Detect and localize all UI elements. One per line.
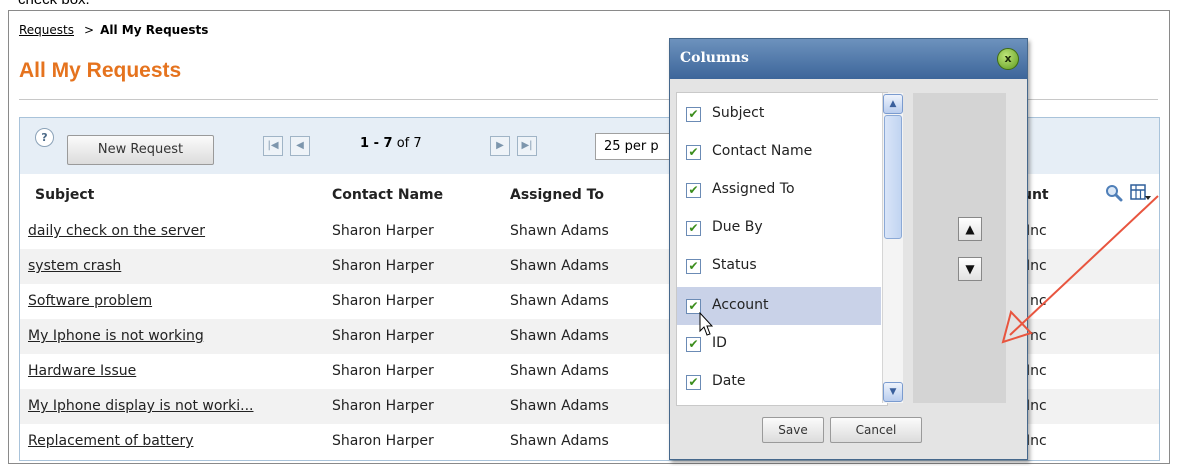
breadcrumb-current: All My Requests <box>100 23 209 37</box>
breadcrumb: Requests > All My Requests <box>19 23 208 37</box>
dialog-header[interactable]: Columns x <box>670 39 1027 79</box>
subject-link[interactable]: system crash <box>28 258 121 274</box>
help-icon[interactable]: ? <box>35 128 54 147</box>
column-option-label: Account <box>712 297 769 313</box>
column-header-contact-name[interactable]: Contact Name <box>332 187 443 203</box>
search-icon[interactable] <box>1105 184 1123 202</box>
breadcrumb-link-requests[interactable]: Requests <box>19 23 74 37</box>
subject-link[interactable]: daily check on the server <box>28 223 205 239</box>
caption-fragment: check box. <box>18 0 90 8</box>
subject-link[interactable]: Replacement of battery <box>28 433 193 449</box>
subject-link[interactable]: Software problem <box>28 293 152 309</box>
move-down-button[interactable]: ▼ <box>958 257 982 281</box>
column-option-subject[interactable]: ✔ Subject <box>677 95 881 133</box>
prev-page-icon[interactable]: ◀ <box>290 136 310 156</box>
contact-cell: Sharon Harper <box>332 363 434 379</box>
assigned-cell: Shawn Adams <box>510 328 609 344</box>
move-up-button[interactable]: ▲ <box>958 217 982 241</box>
account-cell: nc <box>1030 293 1047 309</box>
assigned-cell: Shawn Adams <box>510 293 609 309</box>
assigned-cell: Shawn Adams <box>510 433 609 449</box>
pager-status: 1 - 7 of 7 <box>360 136 422 151</box>
next-page-icon[interactable]: ▶ <box>490 136 510 156</box>
column-option-label: Date <box>712 373 746 389</box>
assigned-cell: Shawn Adams <box>510 258 609 274</box>
column-option-date[interactable]: ✔ Date <box>677 363 881 401</box>
account-cell: Inc <box>1026 398 1047 414</box>
checkbox[interactable]: ✔ <box>686 107 701 122</box>
scroll-thumb[interactable] <box>884 115 902 239</box>
assigned-cell: Shawn Adams <box>510 398 609 414</box>
contact-cell: Sharon Harper <box>332 398 434 414</box>
column-option-label: Subject <box>712 105 765 121</box>
dialog-title: Columns <box>680 50 749 66</box>
column-option-label: Contact Name <box>712 143 813 159</box>
close-icon[interactable]: x <box>997 48 1019 70</box>
checkbox[interactable]: ✔ <box>686 221 701 236</box>
column-option-assigned-to[interactable]: ✔ Assigned To <box>677 171 881 209</box>
save-button[interactable]: Save <box>762 417 824 443</box>
new-request-button[interactable]: New Request <box>67 135 214 165</box>
column-list: ✔ Subject ✔ Contact Name ✔ Assigned To ✔… <box>676 92 888 406</box>
first-page-icon[interactable]: |◀ <box>263 136 283 156</box>
account-cell: Inc <box>1026 258 1047 274</box>
mouse-pointer-icon <box>699 312 713 336</box>
page-title: All My Requests <box>19 59 182 82</box>
scroll-down-icon[interactable]: ▼ <box>883 382 903 402</box>
assigned-cell: Shawn Adams <box>510 363 609 379</box>
column-list-scrollbar[interactable]: ▲ ▼ <box>882 93 903 403</box>
checkbox[interactable]: ✔ <box>686 183 701 198</box>
pager-total: of 7 <box>396 136 422 151</box>
checkbox[interactable]: ✔ <box>686 145 701 160</box>
column-order-panel: ▲ ▼ <box>913 93 1006 403</box>
column-option-label: Status <box>712 257 757 273</box>
column-chooser-icon[interactable] <box>1130 184 1152 202</box>
account-cell: Inc <box>1026 223 1047 239</box>
column-option-contact-name[interactable]: ✔ Contact Name <box>677 133 881 171</box>
pager-range: 1 - 7 <box>360 136 393 151</box>
column-option-label: Assigned To <box>712 181 795 197</box>
assigned-cell: Shawn Adams <box>510 223 609 239</box>
column-header-assigned-to[interactable]: Assigned To <box>510 187 604 203</box>
account-cell: Inc <box>1026 363 1047 379</box>
breadcrumb-separator: > <box>84 23 95 37</box>
account-cell: nc <box>1030 328 1047 344</box>
subject-link[interactable]: My Iphone is not working <box>28 328 204 344</box>
column-option-status[interactable]: ✔ Status <box>677 247 881 285</box>
column-header-subject[interactable]: Subject <box>35 187 94 203</box>
subject-link[interactable]: Hardware Issue <box>28 363 136 379</box>
checkbox[interactable]: ✔ <box>686 337 701 352</box>
contact-cell: Sharon Harper <box>332 433 434 449</box>
column-option-label: Due By <box>712 219 763 235</box>
subject-link[interactable]: My Iphone display is not worki... <box>28 398 254 414</box>
contact-cell: Sharon Harper <box>332 223 434 239</box>
cancel-button[interactable]: Cancel <box>830 417 922 443</box>
scroll-up-icon[interactable]: ▲ <box>883 94 903 114</box>
contact-cell: Sharon Harper <box>332 328 434 344</box>
checkbox[interactable]: ✔ <box>686 259 701 274</box>
contact-cell: Sharon Harper <box>332 293 434 309</box>
checkbox[interactable]: ✔ <box>686 375 701 390</box>
contact-cell: Sharon Harper <box>332 258 434 274</box>
last-page-icon[interactable]: ▶| <box>517 136 537 156</box>
column-option-due-by[interactable]: ✔ Due By <box>677 209 881 247</box>
columns-dialog: Columns x ✔ Subject ✔ Contact Name ✔ Ass… <box>669 38 1028 460</box>
column-option-label: ID <box>712 335 727 351</box>
account-cell: Inc <box>1026 433 1047 449</box>
